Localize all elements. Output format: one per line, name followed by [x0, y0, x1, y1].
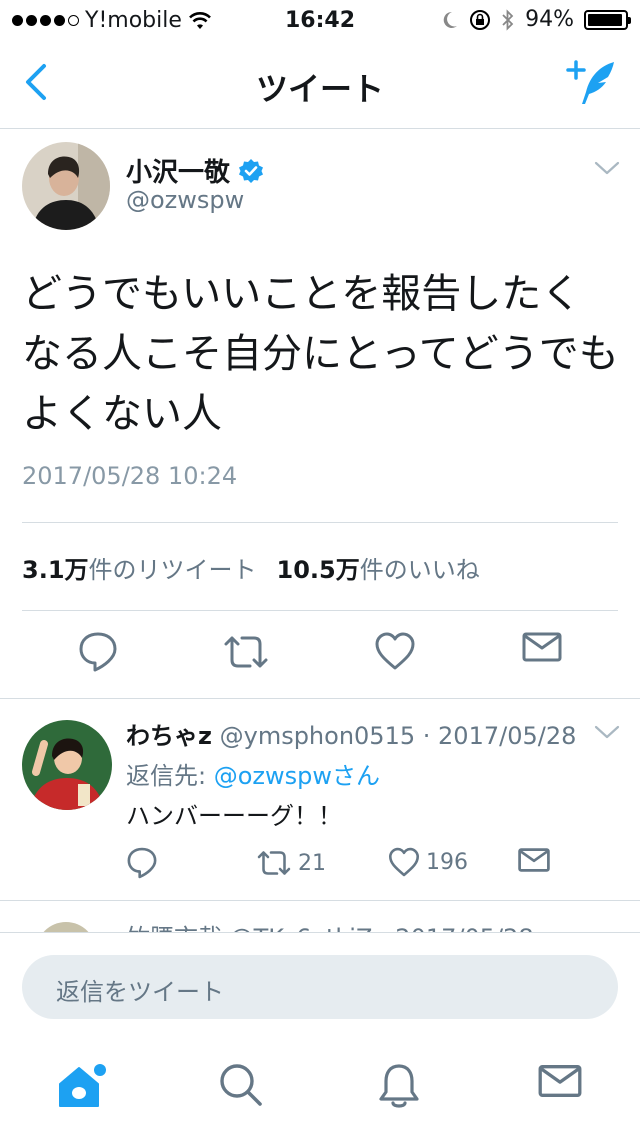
tab-notifications[interactable]: [378, 1062, 420, 1114]
moon-icon: [443, 11, 458, 28]
retweet-stat[interactable]: 3.1万件のリツイート: [22, 550, 257, 585]
home-icon: [59, 1064, 106, 1107]
tweet-timestamp: 2017/05/28 10:24: [22, 462, 238, 490]
envelope-icon: [538, 1065, 582, 1097]
author-name[interactable]: 小沢一敬: [126, 152, 264, 189]
author-handle[interactable]: @ozwspw: [126, 186, 244, 214]
reply-icon: [127, 847, 157, 879]
navigation-bar: ツイート: [0, 40, 640, 129]
heart-icon: [388, 847, 420, 877]
envelope-icon: [518, 848, 550, 872]
reply-composer: 返信をツイート: [0, 932, 640, 1043]
reply-tweet[interactable]: わちゃz @ymsphon0515 · 2017/05/28 返信先: @ozw…: [22, 706, 620, 898]
reply-like-count: 196: [426, 849, 468, 875]
compose-tweet-button[interactable]: [566, 58, 618, 112]
reply-button[interactable]: [78, 630, 118, 678]
status-bar: Y!mobile 16:42 94%: [0, 0, 640, 40]
tab-search[interactable]: [218, 1062, 264, 1112]
envelope-icon: [522, 632, 562, 662]
like-button[interactable]: [374, 630, 416, 676]
tweet-options-button[interactable]: [594, 160, 620, 180]
direct-message-button[interactable]: [522, 630, 562, 668]
reply-icon: [79, 632, 117, 672]
reply-author-handle[interactable]: @ymsphon0515: [220, 722, 416, 750]
battery-icon: [584, 9, 631, 30]
reply-to-prefix: 返信先:: [126, 762, 214, 790]
tweet-text-line: なる人こそ自分にとってどうでも: [22, 331, 619, 377]
reply-date: · 2017/05/28: [422, 722, 577, 750]
like-count: 10.5万: [276, 556, 360, 584]
reply-retweet-count: 21: [298, 850, 326, 876]
like-count-label: 件のいいね: [359, 556, 480, 584]
bell-icon: [379, 1064, 419, 1108]
tweet-stats: 3.1万件のリツイート 10.5万件のいいね: [22, 550, 480, 585]
tab-home[interactable]: [56, 1062, 108, 1116]
bluetooth-icon: [502, 8, 514, 31]
tweet-header: 小沢一敬 @ozwspw: [22, 142, 620, 232]
author-avatar[interactable]: [22, 142, 110, 230]
reply-options-button[interactable]: [594, 724, 620, 744]
reply-actions: 21 196: [126, 846, 620, 886]
divider: [22, 522, 618, 523]
orientation-lock-icon: [470, 9, 491, 30]
retweet-button[interactable]: [222, 630, 270, 678]
tweet-text-line: よくない人: [22, 391, 222, 437]
retweet-count-label: 件のリツイート: [88, 556, 257, 584]
author-name-text: 小沢一敬: [126, 158, 231, 188]
tweet-actions: [0, 630, 640, 684]
page-title: ツイート: [255, 70, 384, 108]
reply-header: わちゃz @ymsphon0515 · 2017/05/28: [126, 716, 576, 751]
retweet-icon: [224, 636, 268, 668]
reply-like-button[interactable]: 196: [388, 846, 468, 878]
like-stat[interactable]: 10.5万件のいいね: [277, 550, 480, 585]
reply-avatar[interactable]: [22, 720, 112, 810]
search-icon: [220, 1064, 262, 1106]
verified-badge-icon: [239, 158, 264, 183]
retweet-icon: [257, 851, 291, 875]
reply-to-line: 返信先: @ozwspwさん: [126, 756, 380, 791]
compose-feather-icon: [566, 60, 614, 104]
retweet-count: 3.1万: [22, 556, 89, 584]
tab-messages[interactable]: [538, 1062, 582, 1104]
divider: [22, 610, 618, 611]
tweet-text-line: どうでもいいことを報告したく: [22, 271, 582, 317]
reply-tweet[interactable]: 竹腰市栽 @TK_6atkiZ · 2017/05/28: [22, 912, 620, 934]
reply-input[interactable]: 返信をツイート: [22, 955, 618, 1019]
reply-retweet-button[interactable]: 21: [256, 846, 326, 880]
tweet-text: どうでもいいことを報告したく なる人こそ自分にとってどうでも よくない人: [22, 264, 622, 444]
reply-text: ハンバーーーグ！！: [126, 802, 342, 830]
divider: [0, 698, 640, 699]
notification-dot: [94, 1064, 106, 1076]
reply-to-link[interactable]: @ozwspwさん: [214, 762, 380, 790]
chevron-down-icon: [594, 161, 620, 175]
reply-dm-button[interactable]: [518, 846, 550, 874]
reply-reply-button[interactable]: [126, 846, 158, 880]
divider: [0, 900, 640, 901]
reply-input-placeholder: 返信をツイート: [56, 978, 224, 1006]
heart-icon: [375, 632, 415, 670]
chevron-down-icon: [594, 725, 620, 739]
tab-bar: [0, 1040, 640, 1136]
battery-percent: 94%: [525, 7, 574, 32]
reply-author-name[interactable]: わちゃz: [126, 722, 212, 750]
